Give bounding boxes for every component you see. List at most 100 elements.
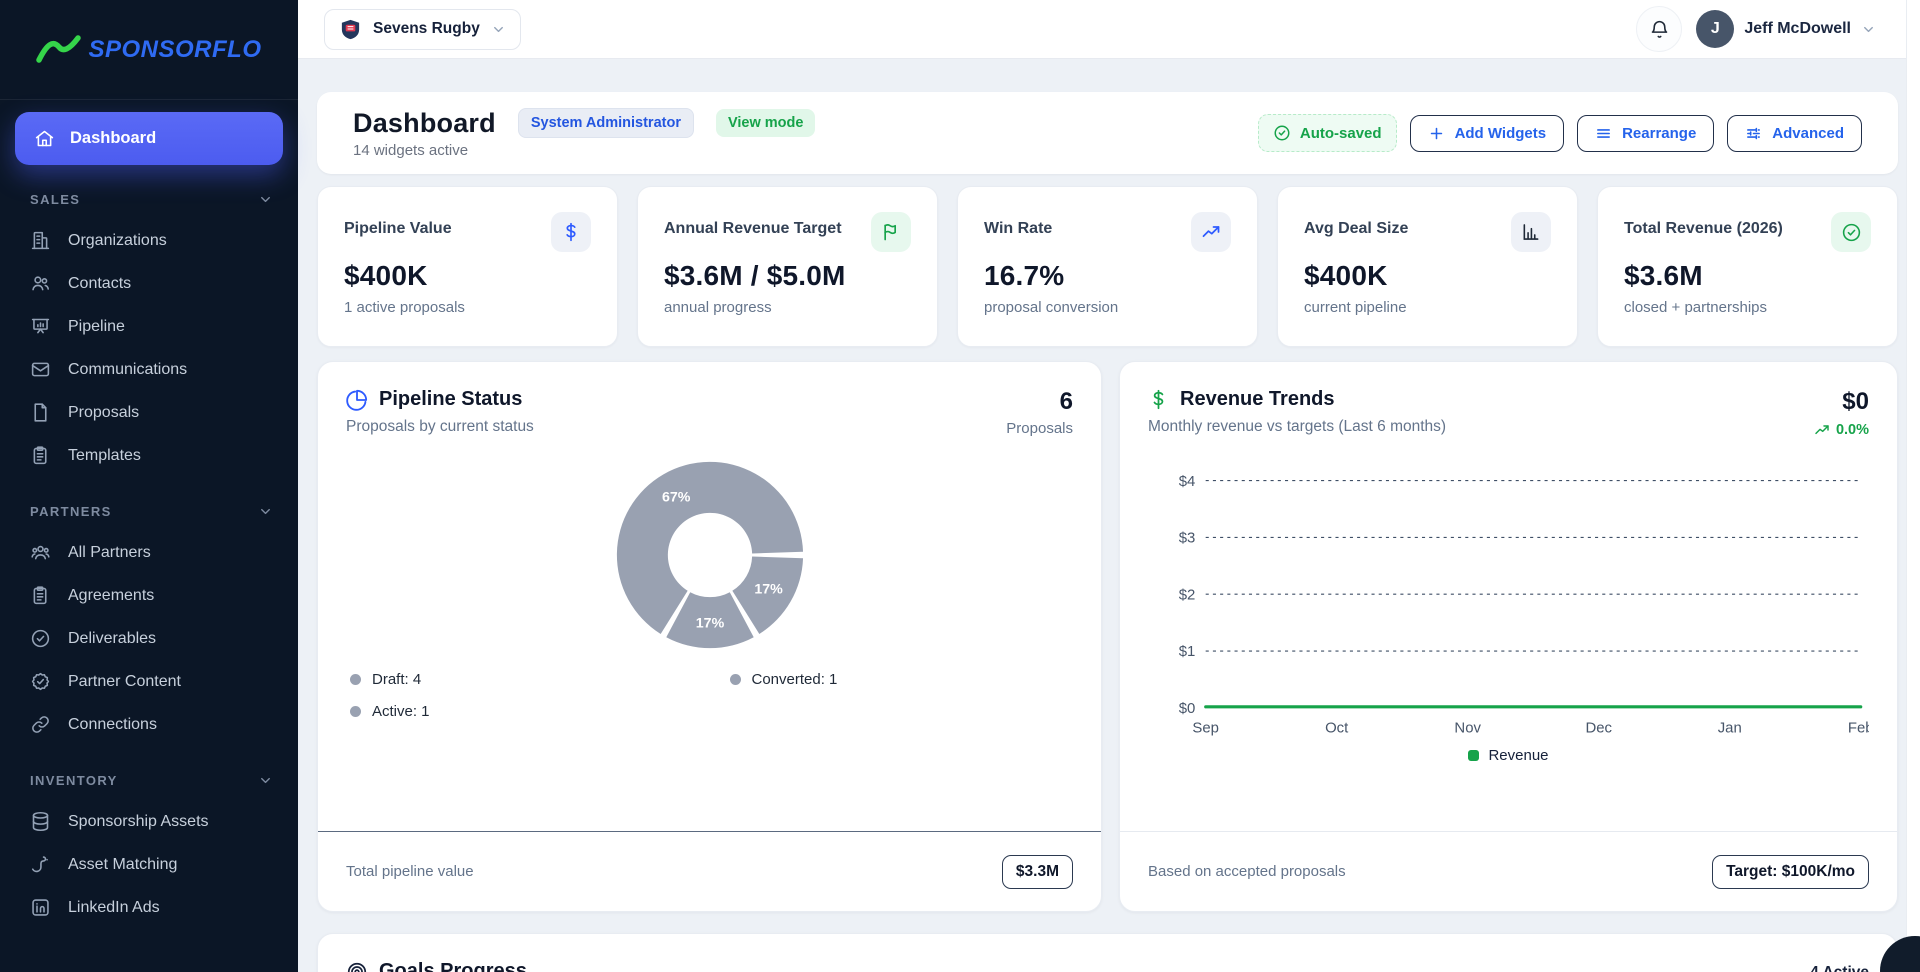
sidebar-item-proposals[interactable]: Proposals [15, 391, 283, 434]
svg-text:$0: $0 [1179, 700, 1196, 717]
svg-text:Feb: Feb [1848, 720, 1869, 737]
sidebar-item-dashboard[interactable]: Dashboard [15, 112, 283, 165]
badge-check-icon [30, 671, 51, 692]
topbar: Sevens Rugby J Jeff McDowell [298, 0, 1920, 59]
widgets-active-count: 14 widgets active [353, 142, 815, 159]
plus-icon [1428, 125, 1445, 142]
database-icon [30, 811, 51, 832]
widget-subtitle: Proposals by current status [346, 418, 534, 436]
kpi-value: $3.6M [1624, 260, 1871, 292]
main-content: Dashboard System Administrator View mode… [298, 59, 1920, 972]
bars-icon [1511, 212, 1551, 252]
svg-text:$3: $3 [1179, 530, 1196, 547]
notifications-button[interactable] [1636, 6, 1682, 52]
svg-text:17%: 17% [754, 582, 783, 598]
footer-label: Based on accepted proposals [1148, 863, 1346, 880]
kpi-value: 16.7% [984, 260, 1231, 292]
sidebar-item-linkedin-ads[interactable]: LinkedIn Ads [15, 886, 283, 929]
sidebar-section-sales[interactable]: SALES [15, 165, 283, 219]
trend-up-icon [1814, 422, 1830, 438]
widget-title: Goals Progress [379, 960, 527, 972]
sidebar-item-label: Contacts [68, 275, 131, 293]
sidebar-item-templates[interactable]: Templates [15, 434, 283, 477]
sidebar-item-label: Asset Matching [68, 856, 177, 874]
avatar: J [1696, 10, 1734, 48]
revenue-value: $0 [1814, 388, 1869, 416]
view-mode-badge: View mode [716, 109, 815, 137]
logo-text: SPONSORFLO [88, 36, 261, 64]
rearrange-button[interactable]: Rearrange [1577, 115, 1714, 152]
sidebar-item-label: All Partners [68, 544, 151, 562]
file-icon [30, 402, 51, 423]
role-badge: System Administrator [518, 108, 694, 138]
sidebar-item-contacts[interactable]: Contacts [15, 262, 283, 305]
add-widgets-button[interactable]: Add Widgets [1410, 115, 1565, 152]
chevron-down-icon [491, 22, 506, 37]
chevron-down-icon [258, 773, 273, 788]
revenue-legend-swatch [1468, 750, 1479, 761]
pipeline-donut-chart[interactable]: 67% 17% 17% [346, 457, 1073, 653]
sidebar-item-agreements[interactable]: Agreements [15, 574, 283, 617]
legend-dot [350, 674, 361, 685]
sidebar: SPONSORFLO Dashboard SALES Organizations C… [0, 0, 298, 972]
page-title: Dashboard [353, 108, 496, 139]
sidebar-item-sponsorship-assets[interactable]: Sponsorship Assets [15, 800, 283, 843]
scrollbar-track[interactable] [1906, 0, 1920, 972]
sidebar-item-pipeline[interactable]: Pipeline [15, 305, 283, 348]
chevron-down-icon [258, 504, 273, 519]
pie-chart-icon [346, 389, 368, 411]
total-pipeline-value-badge: $3.3M [1002, 855, 1073, 889]
check-circle-icon [30, 628, 51, 649]
advanced-button[interactable]: Advanced [1727, 115, 1862, 152]
sidebar-item-label: Sponsorship Assets [68, 813, 209, 831]
widget-title: Revenue Trends [1180, 388, 1335, 411]
sidebar-item-deliverables[interactable]: Deliverables [15, 617, 283, 660]
sidebar-item-asset-matching[interactable]: Asset Matching [15, 843, 283, 886]
svg-text:Dec: Dec [1585, 720, 1612, 737]
sidebar-item-label: Deliverables [68, 630, 156, 648]
svg-text:17%: 17% [695, 616, 724, 632]
proposal-count: 6 [1006, 388, 1073, 416]
kpi-card-avg-deal-size: Avg Deal Size $400K current pipeline [1277, 186, 1578, 347]
sidebar-item-connections[interactable]: Connections [15, 703, 283, 746]
menu-icon [1595, 125, 1612, 142]
svg-text:67%: 67% [661, 489, 690, 505]
sidebar-item-label: Templates [68, 447, 141, 465]
kpi-value: $3.6M / $5.0M [664, 260, 911, 292]
svg-text:Oct: Oct [1325, 720, 1349, 737]
kpi-value: $400K [1304, 260, 1551, 292]
svg-text:Nov: Nov [1454, 720, 1481, 737]
legend-dot [350, 706, 361, 717]
sidebar-section-partners[interactable]: PARTNERS [15, 477, 283, 531]
svg-text:Jan: Jan [1718, 720, 1742, 737]
logo-swoosh-icon [36, 33, 82, 67]
legend-item-converted: Converted: 1 [730, 671, 1070, 688]
sidebar-item-organizations[interactable]: Organizations [15, 219, 283, 262]
revenue-line-chart[interactable]: $4$3$2$1$0SepOctNovDecJanFeb [1148, 462, 1869, 743]
flag-icon [871, 212, 911, 252]
chevron-down-icon [1861, 22, 1876, 37]
sidebar-item-label: Pipeline [68, 318, 125, 336]
footer-label: Total pipeline value [346, 863, 474, 880]
svg-text:$1: $1 [1179, 643, 1196, 660]
target-icon [346, 961, 368, 972]
presentation-icon [30, 316, 51, 337]
widget-title: Pipeline Status [379, 388, 522, 411]
revenue-delta: 0.0% [1814, 422, 1869, 438]
sidebar-item-label: Proposals [68, 404, 139, 422]
sidebar-item-all-partners[interactable]: All Partners [15, 531, 283, 574]
pipeline-status-widget: Pipeline Status Proposals by current sta… [317, 361, 1102, 912]
sidebar-section-inventory[interactable]: INVENTORY [15, 746, 283, 800]
sidebar-item-communications[interactable]: Communications [15, 348, 283, 391]
clipboard-icon [30, 585, 51, 606]
revenue-trends-widget: Revenue Trends Monthly revenue vs target… [1119, 361, 1898, 912]
kpi-value: $400K [344, 260, 591, 292]
clipboard-icon [30, 445, 51, 466]
sidebar-item-label: Connections [68, 716, 157, 734]
kpi-sub: proposal conversion [984, 299, 1231, 316]
sidebar-item-label: Organizations [68, 232, 167, 250]
kpi-sub: annual progress [664, 299, 911, 316]
sidebar-item-partner-content[interactable]: Partner Content [15, 660, 283, 703]
team-selector[interactable]: Sevens Rugby [324, 9, 521, 50]
user-menu[interactable]: J Jeff McDowell [1696, 10, 1876, 48]
